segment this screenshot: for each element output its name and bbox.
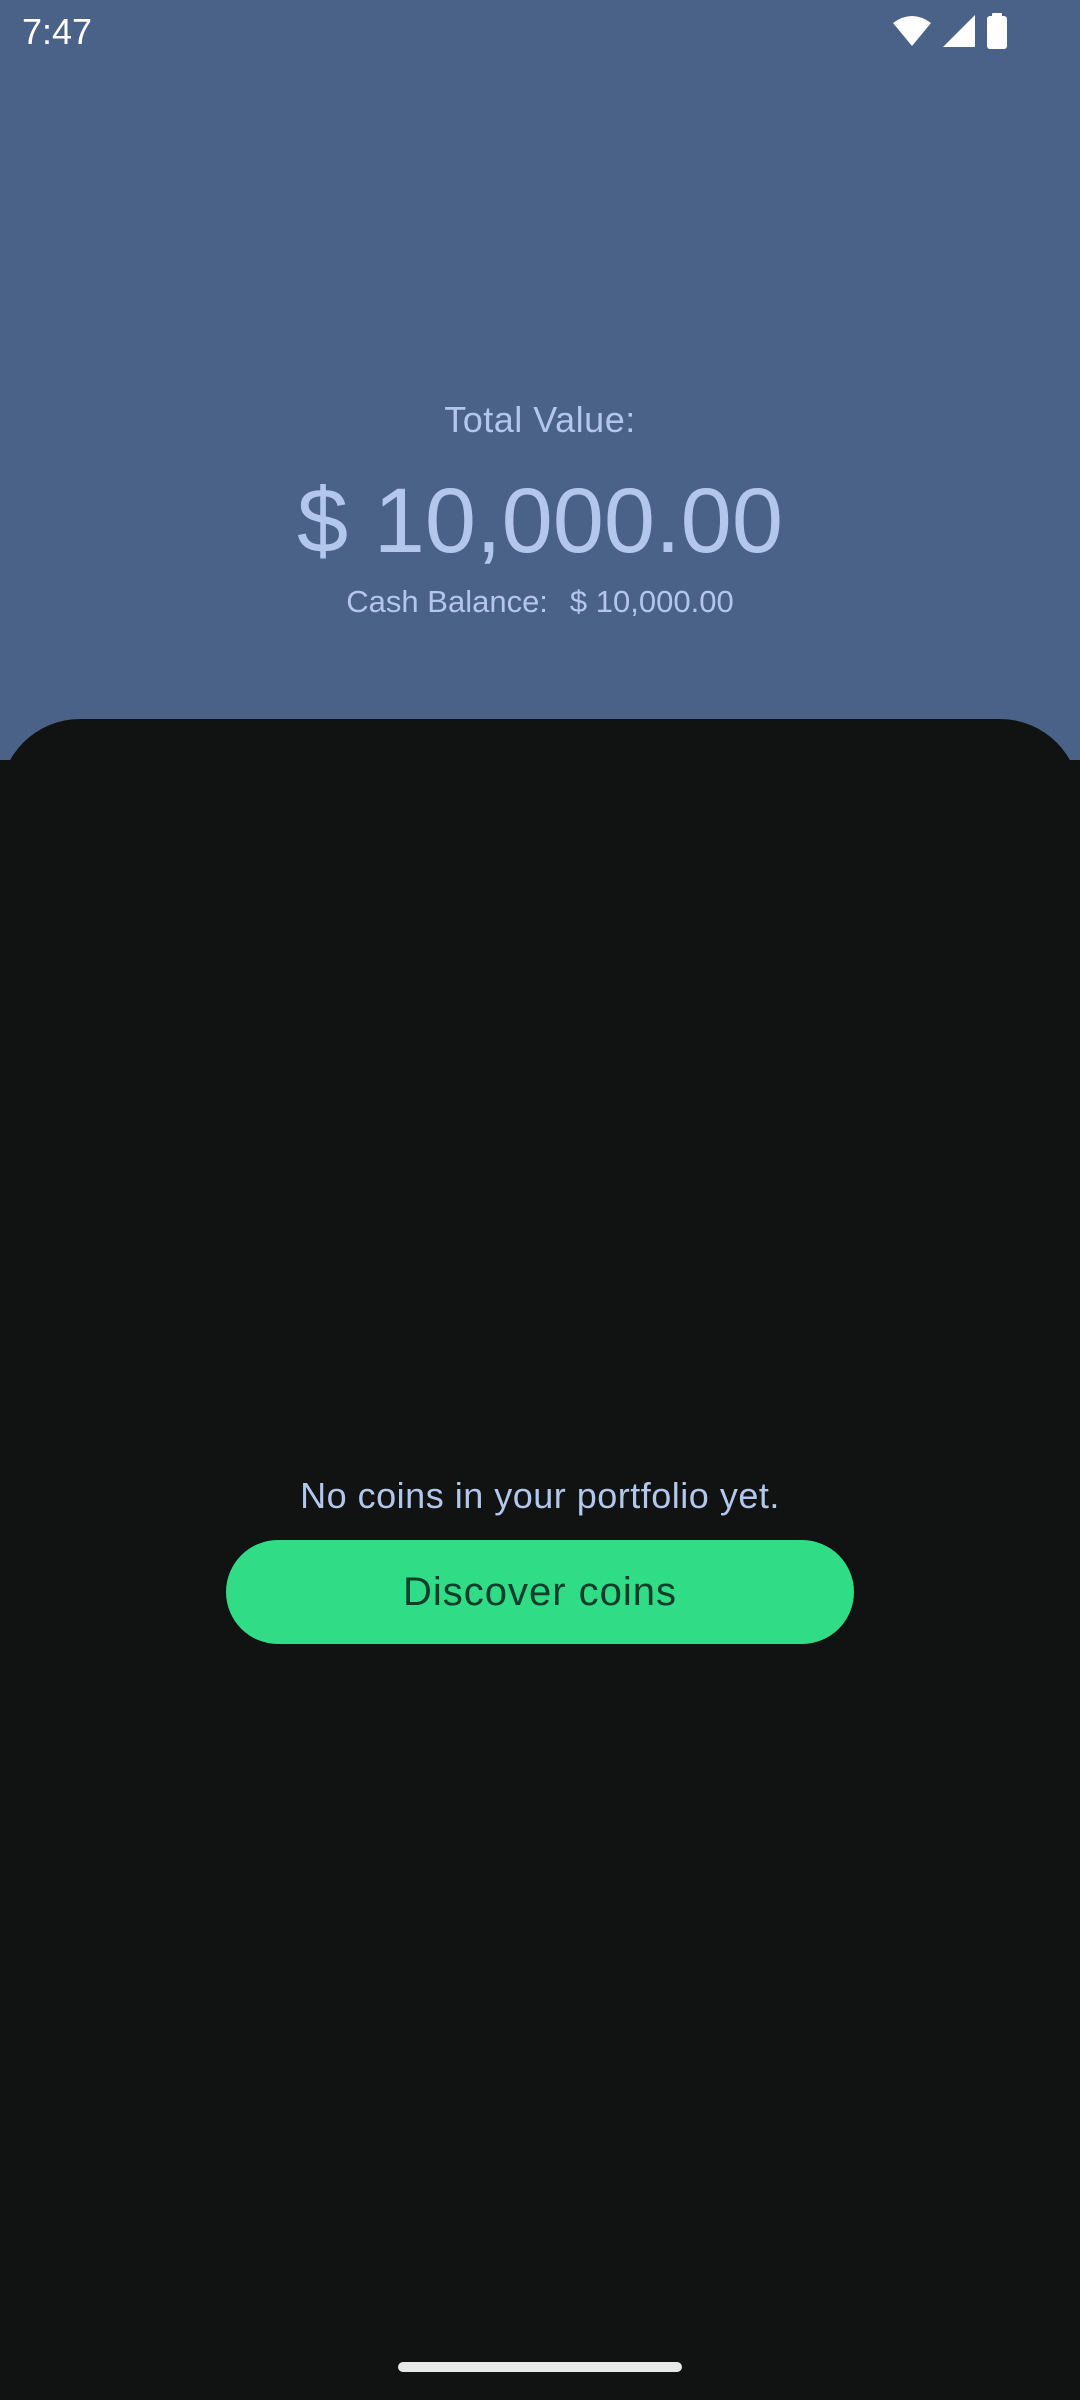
- status-time: 7:47: [22, 11, 93, 52]
- discover-coins-button[interactable]: Discover coins: [226, 1540, 854, 1644]
- home-indicator[interactable]: [398, 2362, 682, 2372]
- total-value-amount: $ 10,000.00: [296, 470, 783, 572]
- empty-portfolio-message: No coins in your portfolio yet.: [300, 1475, 780, 1516]
- signal-icon: [942, 14, 976, 48]
- total-value-label: Total Value:: [444, 399, 636, 440]
- cash-balance-amount: $ 10,000.00: [569, 584, 734, 619]
- status-bar: 7:47: [0, 0, 1080, 64]
- status-icons: [892, 13, 1008, 49]
- portfolio-header: 7:47 Total Value: $ 10,000.00 Cash Balan…: [0, 0, 1080, 760]
- wifi-icon: [892, 15, 932, 47]
- battery-icon: [986, 13, 1008, 49]
- cash-balance-label: Cash Balance:: [346, 584, 548, 619]
- cash-balance-row: Cash Balance: $ 10,000.00: [0, 580, 1080, 624]
